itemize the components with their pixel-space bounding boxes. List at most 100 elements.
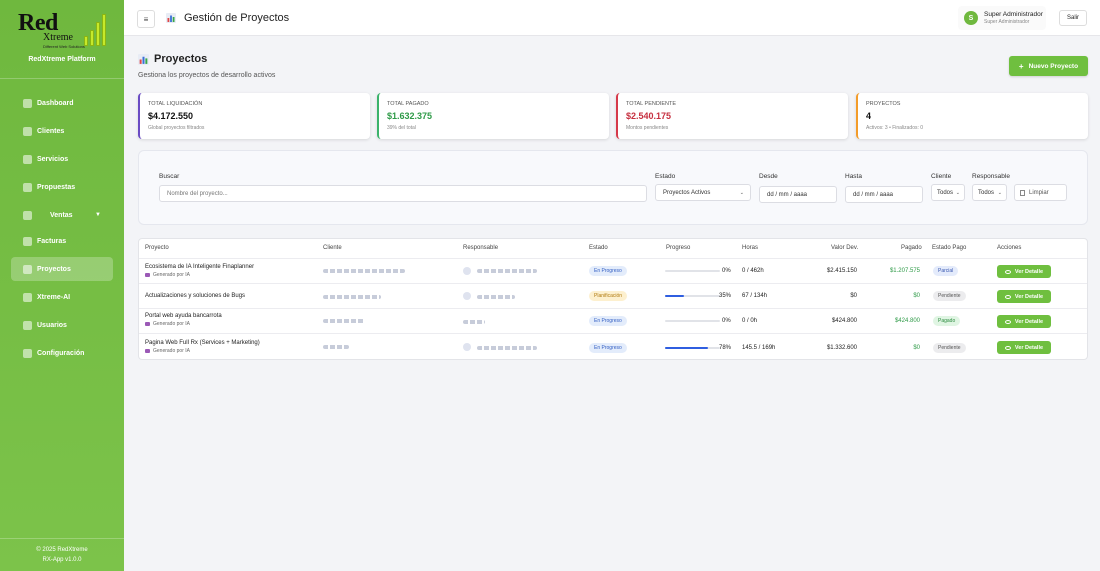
sidebar-divider [0, 538, 124, 539]
view-detail-button[interactable]: Ver Detalle [997, 290, 1051, 303]
project-name[interactable]: Portal web ayuda bancarrota [145, 313, 222, 319]
stat-label: PROYECTOS [866, 101, 901, 107]
progress-label: 0% [722, 318, 731, 324]
page-subtitle: Gestiona los proyectos de desarrollo act… [138, 72, 276, 79]
user-menu[interactable]: S Super Administrador Super Administrado… [958, 6, 1046, 30]
user-role: Super Administrador [984, 19, 1030, 25]
sidebar-item-label: Facturas [37, 237, 67, 245]
sidebar-item-proyectos[interactable]: Proyectos [11, 257, 113, 281]
cliente-label: Cliente [931, 173, 952, 180]
new-project-button[interactable]: + Nuevo Proyecto [1009, 56, 1088, 76]
sidebar-item-label: Usuarios [37, 321, 67, 329]
column-header: Estado [589, 245, 608, 251]
sidebar-item-clientes[interactable]: Clientes [11, 119, 113, 143]
ai-generated-label: Generado por IA [153, 321, 190, 327]
sidebar-item-label: Propuestas [37, 183, 76, 191]
hours: 67 / 134h [742, 293, 768, 299]
sidebar-item-xtreme-ai[interactable]: Xtreme-AI [11, 285, 113, 309]
estado-select[interactable]: Proyectos Activos ⌄ [655, 184, 751, 201]
sidebar-divider [0, 78, 124, 79]
sidebar-item-servicios[interactable]: Servicios [11, 147, 113, 171]
chevron-down-icon: ⌄ [739, 189, 744, 196]
paid: $0 [913, 345, 920, 351]
chevron-down-icon: ⌄ [997, 189, 1002, 196]
value: $2.415.150 [826, 268, 857, 274]
project-name[interactable]: Pagina Web Full Rx (Services + Marketing… [145, 340, 260, 346]
projects-table: Proyecto Cliente Responsable Estado Prog… [138, 238, 1088, 360]
sidebar-item-facturas[interactable]: Facturas [11, 229, 113, 253]
hamburger-icon: ≡ [143, 14, 149, 24]
user-icon [23, 320, 32, 330]
stat-hint: Montos pendientes [626, 125, 669, 131]
hasta-label: Hasta [845, 173, 862, 180]
money-icon [23, 236, 32, 246]
view-detail-button[interactable]: Ver Detalle [997, 315, 1051, 328]
desde-label: Desde [759, 173, 778, 180]
column-header: Valor Dev. [831, 245, 859, 251]
clear-label: Limpiar [1029, 189, 1049, 196]
page-header-title: Gestión de Proyectos [184, 12, 290, 24]
row-divider [139, 283, 1087, 284]
stat-card-proyectos: PROYECTOS 4 Activos: 3 • Finalizados: 0 [856, 93, 1088, 139]
stat-label: TOTAL PENDIENTE [626, 101, 677, 107]
sidebar-item-dashboard[interactable]: Dashboard [11, 91, 113, 115]
users-icon [23, 126, 32, 136]
hours: 0 / 0h [742, 318, 758, 324]
row-divider [139, 308, 1087, 309]
responsable-select[interactable]: Todos ⌄ [972, 184, 1007, 201]
paid: $0 [913, 293, 920, 299]
desde-date-input[interactable]: dd / mm / aaaa [759, 186, 837, 203]
gear-icon [23, 154, 32, 164]
hasta-date-input[interactable]: dd / mm / aaaa [845, 186, 923, 203]
column-header: Acciones [997, 245, 1022, 251]
value: $424.800 [831, 318, 857, 324]
progress-fill [665, 347, 708, 349]
chart-icon [138, 54, 149, 65]
view-detail-button[interactable]: Ver Detalle [997, 341, 1051, 354]
sidebar-item-label: Clientes [37, 127, 65, 135]
responsible-name-redacted [477, 269, 537, 273]
menu-toggle-button[interactable]: ≡ [137, 10, 155, 28]
sidebar-item-usuarios[interactable]: Usuarios [11, 313, 113, 337]
paid: $1.207.575 [889, 268, 920, 274]
progress-label: 0% [722, 268, 731, 274]
project-name[interactable]: Ecosistema de IA Inteligente Finaplanner [145, 264, 254, 270]
sidebar-item-configuracion[interactable]: Configuración [11, 341, 113, 365]
sidebar-item-propuestas[interactable]: Propuestas [11, 175, 113, 199]
chart-icon [23, 264, 32, 274]
responsible-name-redacted [477, 346, 537, 350]
chart-icon [166, 13, 176, 23]
view-detail-label: Ver Detalle [1014, 344, 1044, 351]
ai-generated-tag: Generado por IA [145, 272, 190, 278]
view-detail-button[interactable]: Ver Detalle [997, 265, 1051, 278]
sidebar-item-ventas[interactable]: Ventas ▼ [11, 203, 113, 227]
cliente-value: Todos [937, 189, 954, 196]
eye-icon [1004, 319, 1011, 324]
sidebar-item-label: Dashboard [37, 99, 74, 107]
payment-status-badge: Parcial [933, 266, 959, 276]
project-name[interactable]: Actualizaciones y soluciones de Bugs [145, 293, 245, 299]
logout-button[interactable]: Salir [1059, 10, 1087, 26]
stat-label: TOTAL PAGADO [387, 101, 429, 107]
paid: $424.800 [894, 318, 920, 324]
ai-generated-label: Generado por IA [153, 272, 190, 278]
chart-icon [23, 98, 32, 108]
user-name: Super Administrador [984, 11, 1043, 18]
page-title: Proyectos [154, 53, 208, 65]
status-badge: En Progreso [589, 316, 627, 326]
cliente-select[interactable]: Todos ⌄ [931, 184, 965, 201]
search-input[interactable]: Nombre del proyecto... [159, 185, 647, 202]
header-divider [139, 258, 1087, 259]
new-project-label: Nuevo Proyecto [1028, 62, 1079, 70]
estado-label: Estado [655, 173, 676, 180]
ai-icon [145, 321, 150, 326]
logo: Red Xtreme Different Web Solutions [16, 10, 108, 54]
sidebar-item-label: Proyectos [37, 265, 71, 273]
ai-icon [145, 348, 150, 353]
sidebar-item-label: Servicios [37, 155, 69, 163]
payment-status-badge: Pendiente [933, 343, 966, 353]
eye-icon [1004, 345, 1011, 350]
payment-status-badge: Pendiente [933, 291, 966, 301]
avatar [463, 343, 471, 351]
clear-filters-button[interactable]: Limpiar [1014, 184, 1067, 201]
